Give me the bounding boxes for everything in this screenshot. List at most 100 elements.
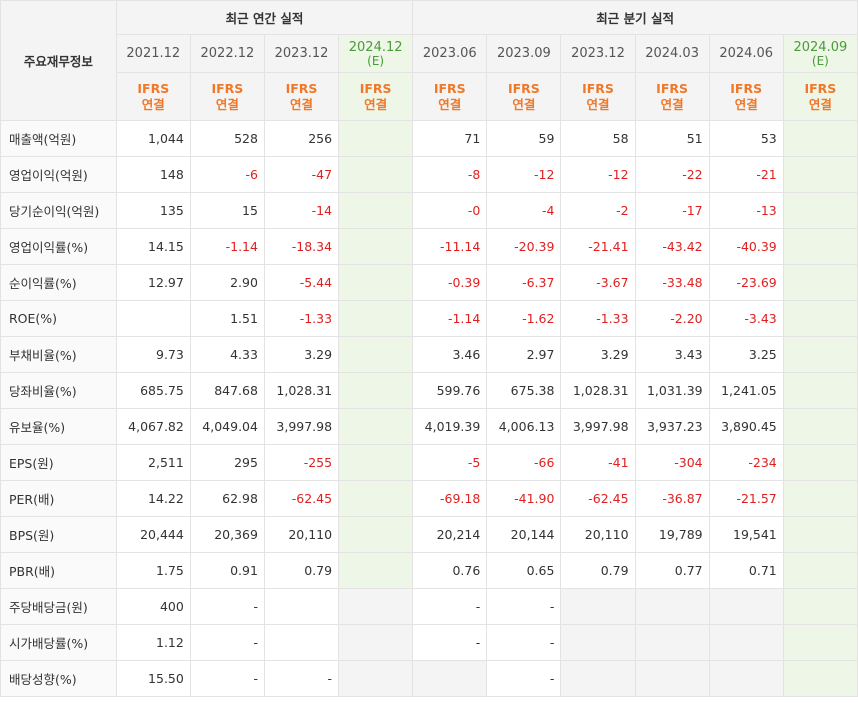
ifrs-label[interactable]: IFRS 연결: [634, 72, 710, 121]
row-label[interactable]: EPS(원): [0, 444, 117, 481]
row-label[interactable]: BPS(원): [0, 516, 117, 553]
ifrs-line-1: IFRS: [433, 80, 466, 96]
data-cell: [115, 300, 191, 337]
data-cell: -17: [634, 192, 710, 229]
table-row: 당기순이익(억원) 135 15 -14 -0 -4 -2 -17 -13: [0, 192, 858, 229]
data-cell: [338, 408, 414, 445]
ifrs-line-2: 연결: [438, 96, 462, 112]
data-cell: -21.57: [708, 480, 784, 517]
data-cell: [708, 660, 784, 697]
data-cell: -1.33: [560, 300, 636, 337]
ifrs-line-2: 연결: [734, 96, 758, 112]
data-cell: 685.75: [115, 372, 191, 409]
ifrs-label[interactable]: IFRS 연결: [560, 72, 636, 121]
row-label[interactable]: 유보율(%): [0, 408, 117, 445]
data-cell: -33.48: [634, 264, 710, 301]
period-label: 2023.06: [422, 46, 477, 61]
ifrs-label[interactable]: IFRS 연결: [189, 72, 265, 121]
table-row: 매출액(억원) 1,044 528 256 71 59 58 51 53: [0, 120, 858, 157]
row-label[interactable]: 부채비율(%): [0, 336, 117, 373]
period-label: 2024.09: [793, 40, 848, 55]
ifrs-line-2: 연결: [215, 96, 239, 112]
data-cell: 1,044: [115, 120, 191, 157]
ifrs-label[interactable]: IFRS 연결: [412, 72, 488, 121]
row-label[interactable]: 주당배당금(원): [0, 588, 117, 625]
row-label[interactable]: 영업이익(억원): [0, 156, 117, 193]
ifrs-line-1: IFRS: [137, 80, 170, 96]
financial-summary-table: 주요재무정보 최근 연간 실적 최근 분기 실적 2021.12 2022.12 2…: [0, 0, 858, 697]
data-cell: 1,028.31: [263, 372, 340, 409]
quarterly-results-header: 최근 분기 실적: [412, 0, 858, 35]
data-cell: [782, 228, 858, 265]
data-cell: -43.42: [634, 228, 710, 265]
table-header: 주요재무정보 최근 연간 실적 최근 분기 실적 2021.12 2022.12 2…: [0, 0, 858, 121]
data-cell: -21.41: [560, 228, 636, 265]
data-cell: [338, 516, 414, 553]
data-cell: 400: [115, 588, 191, 625]
data-cell: [782, 444, 858, 481]
period-row: 2021.12 2022.12 2023.12 2024.12 (E) 2023.06 20…: [1, 34, 858, 73]
data-cell: 59: [486, 120, 562, 157]
data-cell: [782, 588, 858, 625]
data-cell: [782, 372, 858, 409]
row-label[interactable]: 영업이익률(%): [0, 228, 117, 265]
row-label[interactable]: PER(배): [0, 480, 117, 517]
data-cell: [338, 300, 414, 337]
table-row: 배당성향(%) 15.50- - -: [0, 660, 858, 697]
row-label[interactable]: PBR(배): [0, 552, 117, 589]
ifrs-label[interactable]: IFRS 연결: [115, 72, 191, 121]
ifrs-line-1: IFRS: [582, 80, 614, 96]
data-cell: -1.62: [486, 300, 562, 337]
estimate-marker: (E): [811, 54, 829, 68]
data-cell: -3.67: [560, 264, 636, 301]
data-cell: 53: [708, 120, 784, 157]
data-cell: -1.14: [189, 228, 265, 265]
row-label[interactable]: 당기순이익(억원): [0, 192, 117, 229]
ifrs-label[interactable]: IFRS 연결: [338, 72, 414, 121]
data-cell: -18.34: [263, 228, 340, 265]
ifrs-line-1: IFRS: [656, 80, 688, 96]
data-cell: -: [412, 624, 488, 661]
table-row: 순이익률(%) 12.97 2.90 -5.44 -0.39 -6.37 -3.67 -33.…: [0, 264, 858, 301]
row-label[interactable]: 당좌비율(%): [0, 372, 117, 409]
data-cell: 3.46: [412, 336, 488, 373]
ifrs-line-2: 연결: [364, 96, 388, 112]
row-label[interactable]: 매출액(억원): [0, 120, 117, 157]
ifrs-label[interactable]: IFRS 연결: [486, 72, 562, 121]
ifrs-line-2: 연결: [808, 96, 832, 112]
data-cell: 1,031.39: [634, 372, 710, 409]
period-label: 2021.12: [126, 46, 181, 61]
data-cell: [560, 660, 636, 697]
period-header: 2023.09: [486, 34, 562, 73]
estimate-marker: (E): [367, 54, 385, 68]
data-cell: [338, 552, 414, 589]
period-header: 2023.12: [560, 34, 636, 73]
data-cell: 9.73: [115, 336, 191, 373]
data-cell: [708, 624, 784, 661]
ifrs-label[interactable]: IFRS 연결: [708, 72, 784, 121]
data-cell: 1.51: [189, 300, 265, 337]
data-cell: 2.90: [189, 264, 265, 301]
data-cell: -0.39: [412, 264, 488, 301]
row-label[interactable]: 시가배당률(%): [0, 624, 117, 661]
table-row: PBR(배) 1.75 0.91 0.79 0.76 0.65 0.79 0.77 0.71: [0, 552, 858, 589]
data-cell: 15.50: [115, 660, 191, 697]
row-label[interactable]: 순이익률(%): [0, 264, 117, 301]
ifrs-label[interactable]: IFRS 연결: [263, 72, 340, 121]
data-cell: -23.69: [708, 264, 784, 301]
data-cell: 3.43: [634, 336, 710, 373]
data-cell: 0.77: [634, 552, 710, 589]
data-cell: 4,006.13: [486, 408, 562, 445]
data-cell: [782, 408, 858, 445]
data-cell: 0.79: [263, 552, 340, 589]
data-cell: 675.38: [486, 372, 562, 409]
data-cell: 4.33: [189, 336, 265, 373]
row-label[interactable]: 배당성향(%): [0, 660, 117, 697]
data-cell: 20,214: [412, 516, 488, 553]
data-cell: 0.79: [560, 552, 636, 589]
data-cell: -2.20: [634, 300, 710, 337]
ifrs-label[interactable]: IFRS 연결: [782, 72, 858, 121]
period-label: 2023.09: [496, 46, 551, 61]
ifrs-row: IFRS 연결 IFRS 연결 IFRS 연결 IFRS 연결 IFRS 연결 IFRS 연결 IFRS…: [1, 72, 858, 121]
row-label[interactable]: ROE(%): [0, 300, 117, 337]
